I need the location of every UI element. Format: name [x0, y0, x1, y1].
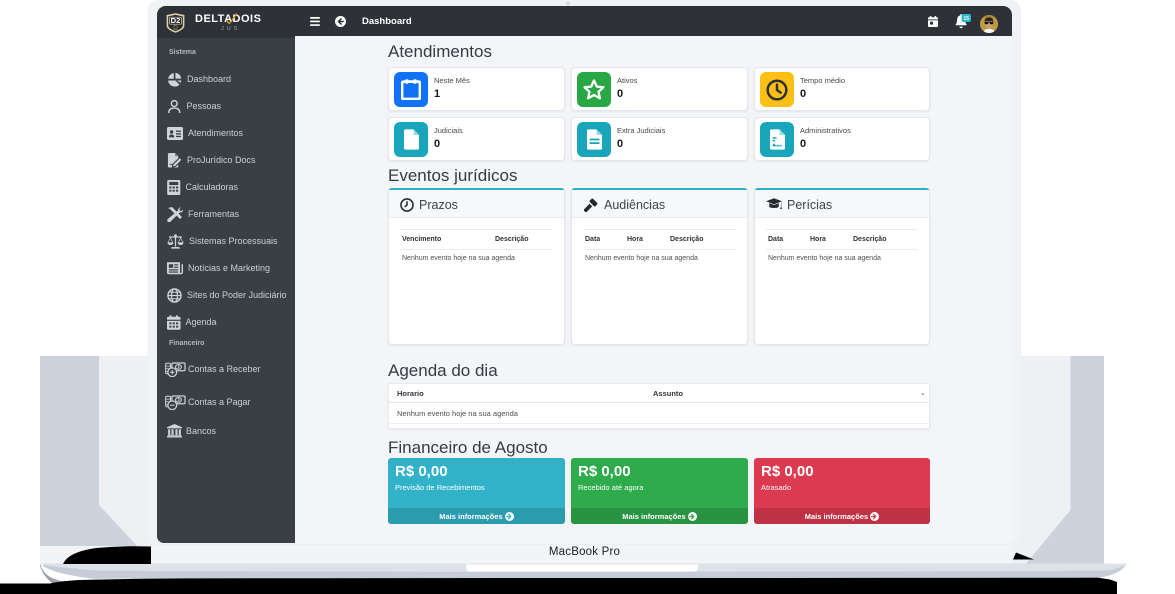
svg-text:D2: D2 [171, 16, 181, 25]
svg-text:15: 15 [964, 16, 970, 22]
